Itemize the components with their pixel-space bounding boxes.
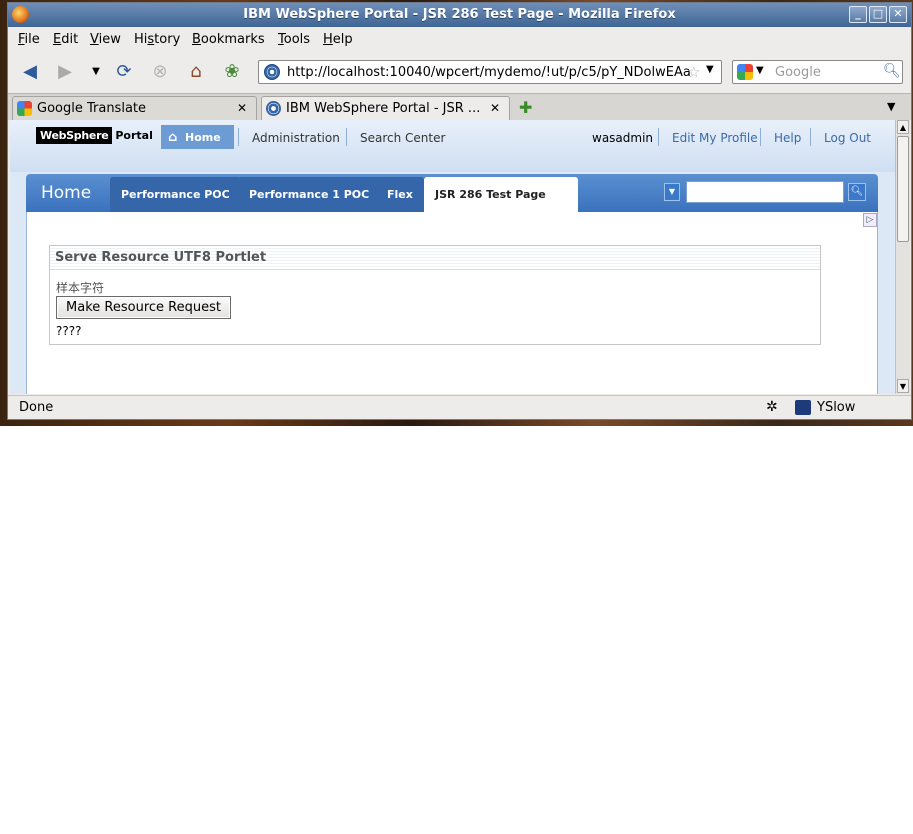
tab-websphere-portal[interactable]: IBM WebSphere Portal - JSR ... ✕ [261,96,510,121]
tab-label: Google Translate [37,101,147,116]
stop-icon[interactable]: ⊗ [148,60,172,84]
portlet-title-bar: Serve Resource UTF8 Portlet [50,246,820,270]
title-bar: IBM WebSphere Portal - JSR 286 Test Page… [8,3,911,27]
menu-view[interactable]: View [90,32,121,47]
google-engine-icon[interactable] [737,64,753,80]
scroll-down-icon[interactable]: ▼ [897,379,909,393]
portlet-title: Serve Resource UTF8 Portlet [55,250,267,265]
portal-home-button[interactable]: ⌂ Home [161,125,234,149]
log-out-link[interactable]: Log Out [824,131,871,145]
divider [346,128,347,146]
bookmark-star-icon[interactable]: ☆ [687,63,700,81]
help-link[interactable]: Help [774,131,801,145]
window-title: IBM WebSphere Portal - JSR 286 Test Page… [243,7,676,22]
menu-edit[interactable]: Edit [53,32,78,47]
forward-icon[interactable]: ▶ [53,60,77,84]
firefox-window: IBM WebSphere Portal - JSR 286 Test Page… [7,2,912,420]
portal-header: WebSphere Portal ⌂ Home Administration Se… [10,120,895,172]
page-body: ▷ Serve Resource UTF8 Portlet 样本字符 Make … [26,212,878,394]
make-resource-request-button[interactable]: Make Resource Request [56,296,231,319]
history-dropdown-icon[interactable]: ▼ [84,60,108,84]
menu-tools[interactable]: Tools [278,32,310,47]
menu-bar: File Edit View History Bookmarks Tools H… [8,28,911,51]
menu-history[interactable]: History [134,32,180,47]
request-result: ???? [56,324,82,338]
yslow-icon[interactable] [795,400,811,415]
back-icon[interactable]: ◀ [18,60,42,84]
divider [238,128,239,146]
google-favicon-icon [17,101,32,116]
portal-favicon-icon [266,101,281,116]
page-title[interactable]: Home [41,183,91,203]
divider [760,128,761,146]
search-placeholder: Google [775,65,821,80]
administration-link[interactable]: Administration [252,131,340,145]
portal-search-input[interactable] [686,181,844,203]
expand-arrow-icon[interactable]: ▷ [863,213,877,227]
menu-file[interactable]: File [18,32,40,47]
tab-jsr-286-test-page[interactable]: JSR 286 Test Page [424,177,578,212]
tab-list-icon[interactable]: ▼ [887,100,895,113]
scroll-up-icon[interactable]: ▲ [897,120,909,134]
scroll-thumb[interactable] [897,136,909,242]
web-search-box[interactable]: ▼ Google 🔍︎ [732,60,903,84]
engine-dropdown-icon[interactable]: ▼ [756,65,764,76]
status-bar: Done ✲ YSlow [8,395,911,419]
tab-strip: Google Translate ✕ IBM WebSphere Portal … [8,93,911,121]
tab-performance-poc[interactable]: Performance POC [110,177,241,212]
reload-icon[interactable]: ⟳ [112,60,136,84]
new-tab-icon[interactable]: ✚ [519,98,532,117]
menu-bookmarks[interactable]: Bookmarks [192,32,265,47]
sample-characters: 样本字符 [56,281,105,295]
search-scope-dropdown-icon[interactable]: ▼ [664,183,680,201]
tab-performance-1-poc[interactable]: Performance 1 POC [238,177,381,212]
divider [810,128,811,146]
user-name: wasadmin [592,131,654,145]
portal-search-icon[interactable]: 🔍︎ [848,183,866,201]
minimize-button[interactable]: _ [849,6,867,23]
tab-flex[interactable]: Flex [376,177,424,212]
yslow-label[interactable]: YSlow [817,400,855,415]
edit-profile-link[interactable]: Edit My Profile [672,131,758,145]
search-center-link[interactable]: Search Center [360,131,445,145]
tab-google-translate[interactable]: Google Translate ✕ [12,96,257,120]
websphere-portal-logo: WebSphere Portal [36,127,153,145]
divider [658,128,659,146]
search-icon[interactable]: 🔍︎ [883,63,901,79]
addon-icon[interactable]: ❀ [220,60,244,84]
home-icon[interactable]: ⌂ [184,60,208,84]
url-dropdown-icon[interactable]: ▼ [706,64,714,75]
close-tab-icon[interactable]: ✕ [237,101,247,115]
portlet-serve-resource: Serve Resource UTF8 Portlet 样本字符 Make Re… [49,245,821,345]
page-navigation-bar: Home Performance POC Performance 1 POC F… [26,174,878,212]
vertical-scrollbar[interactable]: ▲ ▼ [895,120,910,394]
site-identity-icon[interactable] [264,64,280,80]
menu-help[interactable]: Help [323,32,353,47]
tab-label: IBM WebSphere Portal - JSR ... [286,101,481,116]
firebug-icon[interactable]: ✲ [766,399,778,415]
url-text: http://localhost:10040/wpcert/mydemo/!ut… [287,65,691,80]
status-text: Done [19,400,54,415]
navigation-toolbar: ◀ ▶ ▼ ⟳ ⊗ ⌂ ❀ http://localhost:10040/wpc… [8,52,911,92]
url-bar[interactable]: http://localhost:10040/wpcert/mydemo/!ut… [258,60,722,84]
close-tab-icon[interactable]: ✕ [490,101,500,115]
maximize-button[interactable]: □ [869,6,887,23]
close-window-button[interactable]: ✕ [889,6,907,23]
page-viewport: WebSphere Portal ⌂ Home Administration Se… [10,120,895,394]
house-icon: ⌂ [168,130,178,145]
